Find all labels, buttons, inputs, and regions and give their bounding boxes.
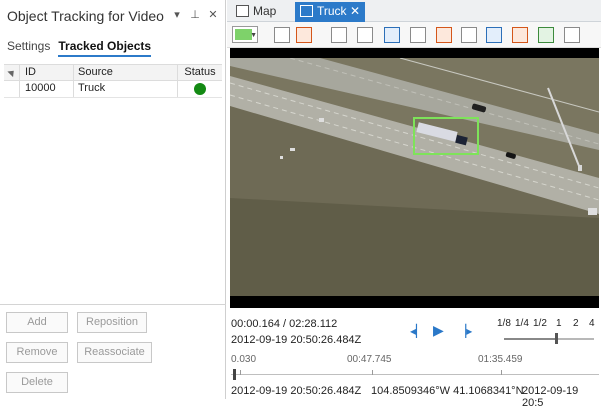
- cell-id: 10000: [20, 81, 74, 97]
- cell-source: Truck: [74, 81, 178, 97]
- corner-triangle-icon: [7, 67, 17, 78]
- ruler-icon[interactable]: [296, 27, 312, 43]
- timeline-track[interactable]: [231, 374, 599, 375]
- object-tracking-pane: Object Tracking for Video ▾ ⊥ ✕ Settings…: [0, 0, 226, 399]
- sync-icon[interactable]: [564, 27, 580, 43]
- view-tab-bar: Map Truck ✕: [227, 0, 601, 22]
- step-forward-icon[interactable]: ▕▸: [457, 324, 472, 338]
- add-layer-icon[interactable]: [486, 27, 502, 43]
- close-icon[interactable]: ✕: [207, 8, 219, 21]
- zoom-to-icon[interactable]: [331, 27, 347, 43]
- speed-slider-fill: [504, 338, 556, 340]
- tab-map[interactable]: Map: [231, 2, 291, 22]
- delete-button[interactable]: Delete: [6, 372, 68, 393]
- speed-label-1[interactable]: 1: [556, 318, 562, 329]
- tab-label: Truck: [317, 4, 347, 18]
- tab-label: Map: [253, 4, 277, 18]
- speed-slider-thumb[interactable]: [555, 333, 558, 344]
- pane-subtabs: Settings Tracked Objects: [7, 39, 152, 57]
- timeline-tick: [240, 370, 241, 375]
- column-header-source[interactable]: Source: [74, 65, 178, 80]
- close-tab-icon[interactable]: ✕: [350, 2, 360, 21]
- color-picker[interactable]: ▼: [232, 26, 258, 43]
- north-arrow-icon[interactable]: [384, 27, 400, 43]
- add-button[interactable]: Add: [6, 312, 68, 333]
- speed-label-4[interactable]: 4: [589, 318, 595, 329]
- remove-button[interactable]: Remove: [6, 342, 68, 363]
- timeline-label-start: 0.030: [231, 354, 257, 365]
- bookmark-icon[interactable]: [274, 27, 290, 43]
- video-player[interactable]: [230, 48, 599, 308]
- timeline-tick: [372, 370, 373, 375]
- pan-icon[interactable]: [357, 27, 373, 43]
- link-icon[interactable]: [410, 27, 426, 43]
- step-back-icon[interactable]: ◂▏: [410, 324, 425, 338]
- timeline-thumb[interactable]: [233, 369, 236, 380]
- end-timestamp: 2012-09-19 20:5: [522, 385, 579, 409]
- current-time: 00:00.164 / 02:28.112: [231, 318, 338, 330]
- pane-title: Object Tracking for Video: [7, 8, 164, 24]
- clip-icon[interactable]: [512, 27, 528, 43]
- chevron-down-icon: ▼: [250, 32, 257, 39]
- select-all-cell[interactable]: [4, 65, 20, 80]
- timeline-tick: [501, 370, 502, 375]
- tab-tracked-objects[interactable]: Tracked Objects: [58, 39, 152, 57]
- map-icon: [236, 5, 249, 17]
- export-icon[interactable]: [461, 27, 477, 43]
- video-icon: [300, 5, 313, 17]
- geo-coordinates: 104.8509346°W 41.1068341°N: [371, 385, 524, 397]
- pin-icon[interactable]: ⊥: [189, 8, 201, 21]
- tab-settings[interactable]: Settings: [7, 39, 50, 57]
- reassociate-button[interactable]: Reassociate: [77, 342, 152, 363]
- speed-label-1-8[interactable]: 1/8: [497, 318, 511, 329]
- pane-divider: [0, 304, 226, 305]
- video-toolbar: ▼: [227, 22, 601, 48]
- speed-label-1-2[interactable]: 1/2: [533, 318, 547, 329]
- column-header-id[interactable]: ID: [20, 65, 74, 80]
- speed-label-1-4[interactable]: 1/4: [515, 318, 529, 329]
- image-icon[interactable]: [538, 27, 554, 43]
- column-header-status[interactable]: Status: [178, 65, 222, 80]
- speed-label-2[interactable]: 2: [573, 318, 579, 329]
- timeline-label-end: 01:35.459: [478, 354, 523, 365]
- table-row[interactable]: 10000 Truck: [4, 81, 222, 98]
- status-indicator-icon: [194, 83, 206, 95]
- speed-slider[interactable]: [504, 338, 594, 340]
- row-selector[interactable]: [4, 81, 20, 97]
- pane-options-icon[interactable]: ▾: [171, 8, 183, 21]
- play-icon[interactable]: ▶: [433, 322, 444, 339]
- pane-controls: ▾ ⊥ ✕: [171, 8, 219, 21]
- aerial-video-frame: [230, 48, 599, 308]
- start-timestamp: 2012-09-19 20:50:26.484Z: [231, 385, 362, 397]
- frame-timestamp: 2012-09-19 20:50:26.484Z: [231, 334, 362, 346]
- tracked-objects-table: ID Source Status 10000 Truck: [4, 64, 222, 98]
- table-header: ID Source Status: [4, 64, 222, 81]
- timeline-label-mid: 00:47.745: [347, 354, 392, 365]
- cell-status: [178, 81, 222, 97]
- reposition-button[interactable]: Reposition: [77, 312, 147, 333]
- tab-truck[interactable]: Truck ✕: [295, 2, 365, 22]
- capture-frame-icon[interactable]: [436, 27, 452, 43]
